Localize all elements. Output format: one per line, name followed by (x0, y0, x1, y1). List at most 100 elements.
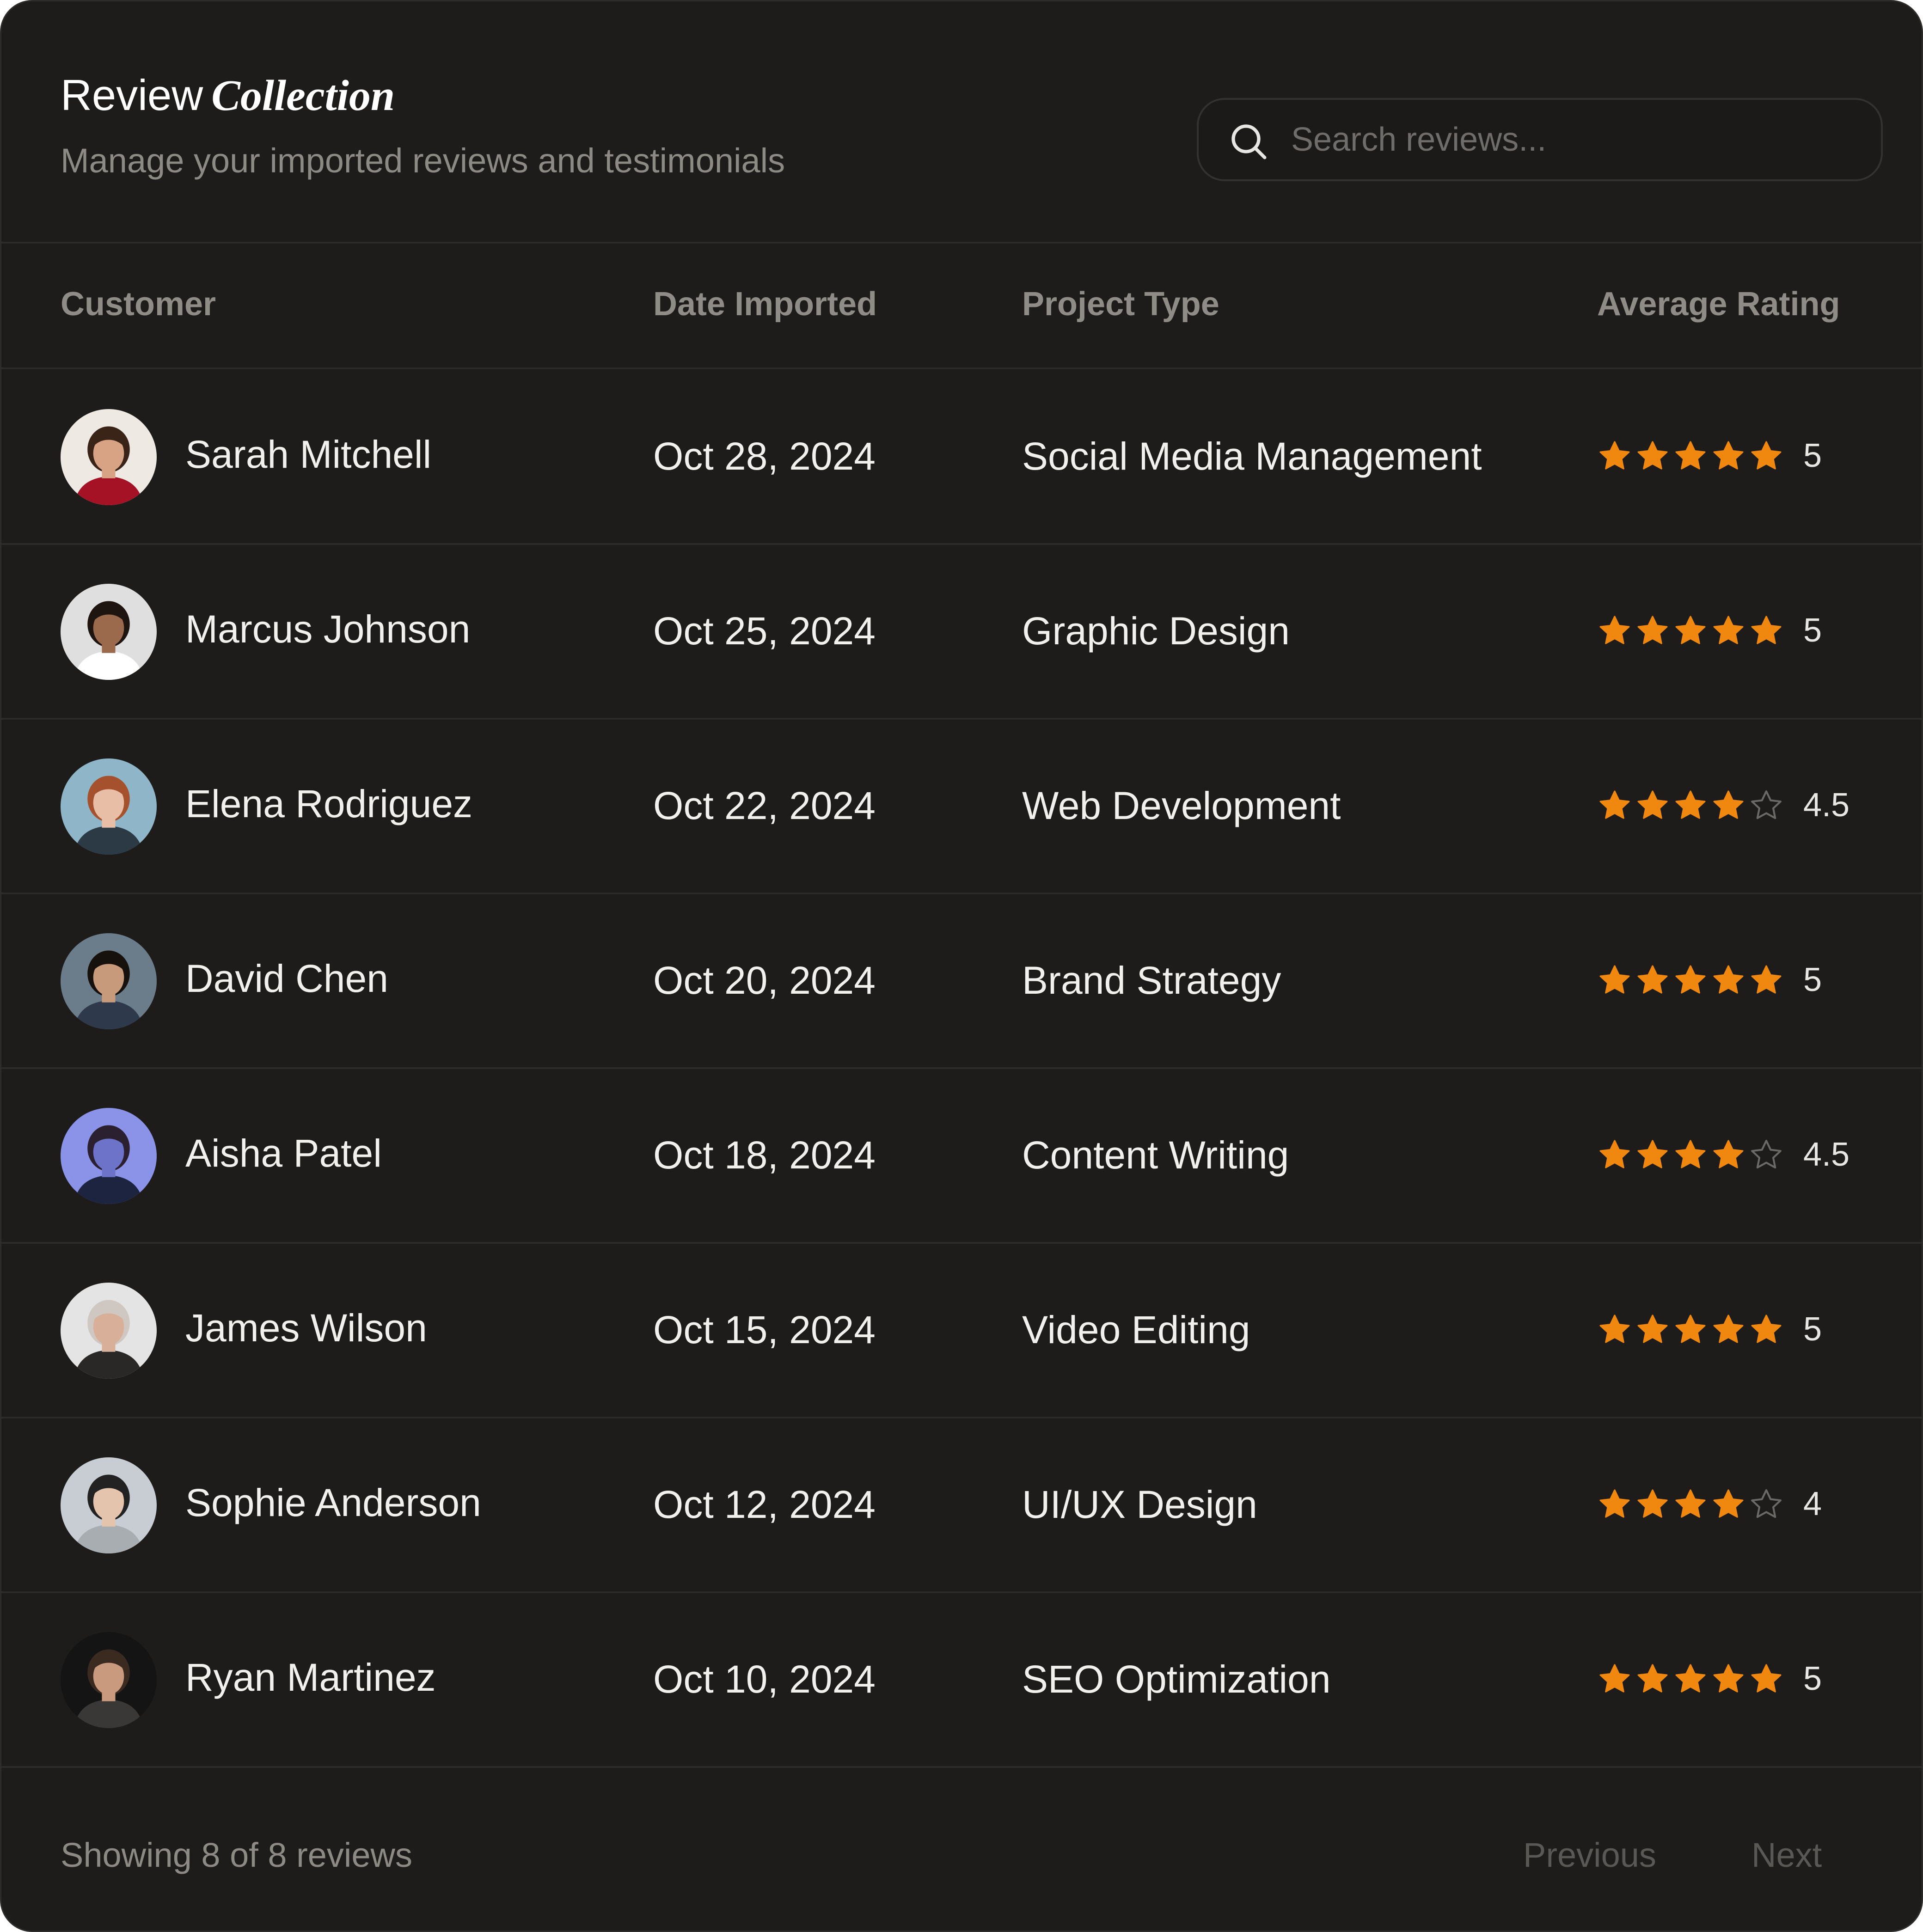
date-imported: Oct 12, 2024 (653, 1483, 876, 1526)
avatar-portrait (61, 1457, 157, 1553)
project-type: SEO Optimization (1022, 1657, 1331, 1701)
star-filled-icon (1751, 441, 1782, 470)
star-rating (1597, 1312, 1784, 1347)
avatar (61, 1108, 157, 1204)
rating-value: 4 (1803, 1486, 1822, 1522)
star-filled-icon (1637, 1314, 1668, 1343)
customer-name: Sophie Anderson (185, 1481, 481, 1524)
star-filled-icon (1637, 616, 1668, 644)
date-imported: Oct 18, 2024 (653, 1133, 876, 1177)
search-input[interactable] (1291, 114, 1846, 165)
table-row[interactable]: Elena Rodriguez Oct 22, 2024 Web Developme… (1, 719, 1922, 894)
star-filled-icon (1599, 1664, 1630, 1693)
star-rating (1597, 963, 1784, 998)
avatar (61, 758, 157, 855)
star-empty-icon (1751, 1139, 1782, 1169)
star-filled-icon (1599, 1140, 1630, 1168)
avatar-portrait (61, 1283, 157, 1379)
star-rating (1597, 439, 1784, 474)
column-header-average-rating[interactable]: Average Rating (1597, 283, 1840, 325)
star-filled-icon (1599, 790, 1630, 819)
star-filled-icon (1675, 1664, 1706, 1693)
star-filled-icon (1713, 1140, 1744, 1168)
column-header-project-type[interactable]: Project Type (1022, 283, 1219, 325)
star-filled-icon (1599, 616, 1630, 644)
title-regular: Review (61, 71, 203, 119)
star-empty-icon (1751, 1489, 1782, 1518)
date-imported: Oct 28, 2024 (653, 434, 876, 478)
rating-value: 5 (1803, 612, 1822, 649)
avatar (61, 584, 157, 680)
avatar (61, 1632, 157, 1728)
page-title: Review Collection (61, 65, 395, 126)
star-filled-icon (1599, 1314, 1630, 1343)
star-filled-icon (1713, 1314, 1744, 1343)
project-type: Graphic Design (1022, 609, 1290, 653)
avatar-portrait (61, 584, 157, 680)
rating-value: 5 (1803, 1660, 1822, 1697)
search-box[interactable] (1197, 98, 1883, 181)
avatar (61, 933, 157, 1029)
customer-name: David Chen (185, 957, 388, 1000)
star-filled-icon (1637, 1489, 1668, 1518)
title-italic: Collection (211, 72, 395, 120)
table-row[interactable]: James Wilson Oct 15, 2024 Video Editing 5 (1, 1243, 1922, 1418)
star-rating (1597, 613, 1784, 648)
table-header: Customer Date Imported Project Type Aver… (1, 242, 1922, 369)
avatar-portrait (61, 933, 157, 1029)
star-filled-icon (1751, 1664, 1782, 1693)
table-row[interactable]: David Chen Oct 20, 2024 Brand Strategy 5 (1, 893, 1922, 1069)
column-header-customer[interactable]: Customer (61, 283, 216, 325)
star-rating (1597, 1662, 1784, 1697)
next-button[interactable]: Next (1752, 1834, 1822, 1876)
project-type: Social Media Management (1022, 434, 1482, 478)
star-filled-icon (1713, 1664, 1744, 1693)
project-type: Content Writing (1022, 1133, 1289, 1177)
date-imported: Oct 25, 2024 (653, 609, 876, 653)
table-row[interactable]: Ryan Martinez Oct 10, 2024 SEO Optimizatio… (1, 1592, 1922, 1768)
table-row[interactable]: Aisha Patel Oct 18, 2024 Content Writing 4.… (1, 1068, 1922, 1244)
star-filled-icon (1675, 1489, 1706, 1518)
date-imported: Oct 20, 2024 (653, 959, 876, 1002)
page-subtitle: Manage your imported reviews and testimo… (61, 141, 785, 180)
review-collection-panel: Review Collection Manage your imported re… (0, 0, 1923, 1932)
star-filled-icon (1637, 965, 1668, 994)
avatar-portrait (61, 409, 157, 505)
table-row[interactable]: Marcus Johnson Oct 25, 2024 Graphic Design… (1, 544, 1922, 720)
table-footer: Showing 8 of 8 reviews Previous Next (1, 1769, 1922, 1931)
star-rating (1597, 1137, 1784, 1173)
project-type: UI/UX Design (1022, 1483, 1257, 1526)
star-filled-icon (1599, 441, 1630, 470)
search-icon (1231, 124, 1267, 159)
star-filled-icon (1637, 1140, 1668, 1168)
rating-value: 5 (1803, 437, 1822, 474)
star-filled-icon (1675, 965, 1706, 994)
star-filled-icon (1675, 1140, 1706, 1168)
avatar (61, 409, 157, 505)
rating-value: 5 (1803, 1311, 1822, 1348)
table-row[interactable]: Sarah Mitchell Oct 28, 2024 Social Media M… (1, 369, 1922, 545)
star-filled-icon (1675, 790, 1706, 819)
date-imported: Oct 15, 2024 (653, 1308, 876, 1351)
star-filled-icon (1637, 441, 1668, 470)
date-imported: Oct 10, 2024 (653, 1657, 876, 1701)
star-filled-icon (1713, 441, 1744, 470)
star-rating (1597, 1487, 1784, 1522)
table-row[interactable]: Sophie Anderson Oct 12, 2024 UI/UX Design 4 (1, 1418, 1922, 1593)
star-filled-icon (1675, 616, 1706, 644)
avatar-portrait (61, 1108, 157, 1204)
avatar (61, 1283, 157, 1379)
star-filled-icon (1599, 1489, 1630, 1518)
previous-button[interactable]: Previous (1523, 1834, 1656, 1876)
project-type: Web Development (1022, 784, 1341, 827)
pagination-summary: Showing 8 of 8 reviews (61, 1836, 412, 1874)
column-header-date-imported[interactable]: Date Imported (653, 283, 877, 325)
star-rating (1597, 788, 1784, 823)
star-filled-icon (1637, 790, 1668, 819)
customer-name: James Wilson (185, 1306, 427, 1350)
customer-name: Elena Rodriguez (185, 782, 473, 825)
star-filled-icon (1751, 965, 1782, 994)
rating-value: 5 (1803, 961, 1822, 998)
star-filled-icon (1713, 616, 1744, 644)
project-type: Video Editing (1022, 1308, 1250, 1351)
